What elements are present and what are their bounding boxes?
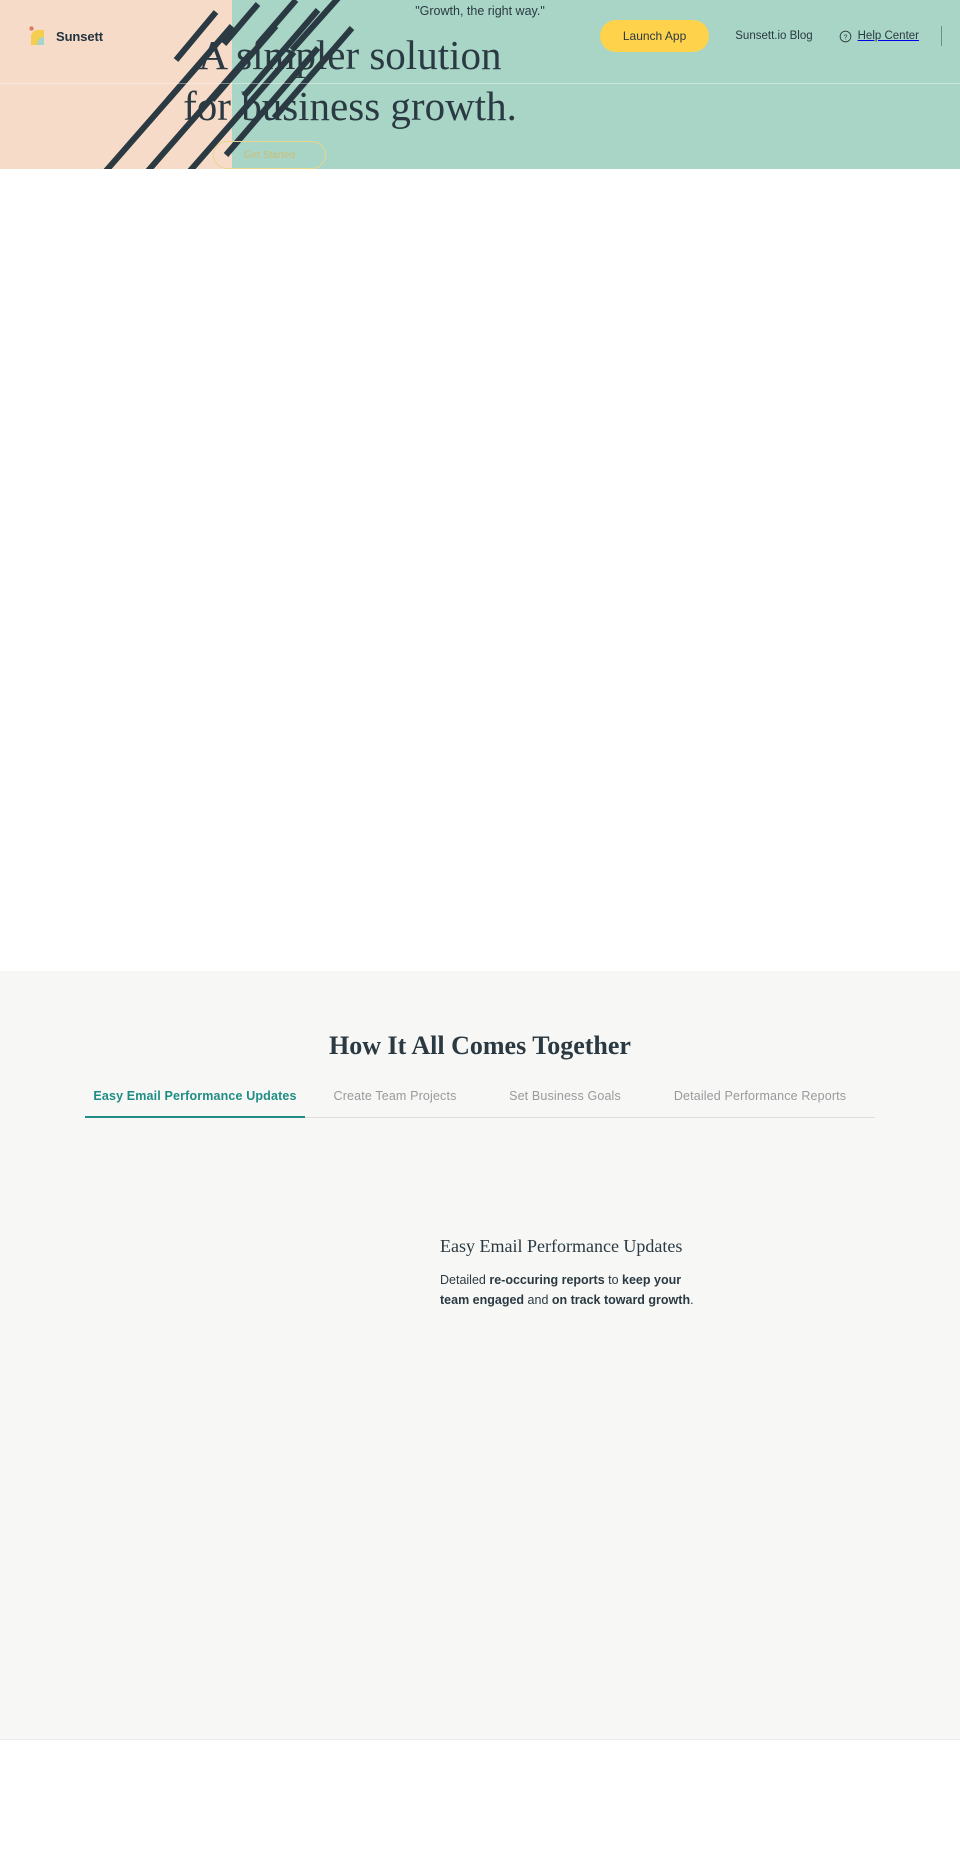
- question-circle-icon: ?: [839, 30, 851, 42]
- features-title: How It All Comes Together: [329, 1031, 631, 1060]
- features-panel-heading: Easy Email Performance Updates: [440, 1236, 683, 1256]
- features-panel: Easy Email Performance Updates Detailed …: [0, 1213, 960, 1513]
- hero-content-gap: [0, 169, 960, 971]
- body-text-4: .: [690, 1293, 694, 1308]
- features-tab-list: Easy Email Performance Updates Create Te…: [0, 1089, 960, 1118]
- features-panel-body: Detailed re-occuring reports to keep you…: [440, 1270, 700, 1311]
- get-started-button[interactable]: Get Started: [213, 141, 326, 169]
- brand-name: Sunsett: [56, 28, 103, 44]
- nav-link-help-center-label: Help Center: [857, 30, 919, 42]
- sun-arc-logo-icon: [29, 26, 44, 45]
- brand-logo[interactable]: Sunsett: [25, 24, 103, 48]
- nav-link-help-center[interactable]: ? Help Center: [839, 30, 919, 43]
- hero-title-line-2: for business growth.: [183, 83, 517, 130]
- body-bold-1: re-occuring reports: [489, 1273, 605, 1287]
- tab-set-business-goals[interactable]: Set Business Goals: [485, 1089, 645, 1118]
- features-panel-media: [58, 1213, 440, 1513]
- top-navigation-bar: Sunsett Launch App Sunsett.io Blog ? Hel…: [0, 0, 960, 72]
- top-nav-links: Launch App Sunsett.io Blog ? Help Center: [599, 20, 960, 52]
- launch-app-button[interactable]: Launch App: [599, 20, 710, 52]
- tab-easy-email-performance-updates[interactable]: Easy Email Performance Updates: [85, 1089, 305, 1118]
- nav-separator: [941, 26, 942, 46]
- body-text-3: and: [524, 1293, 552, 1308]
- body-text-2: to: [604, 1273, 623, 1287]
- hero-section: Sunsett Launch App Sunsett.io Blog ? Hel…: [0, 0, 960, 169]
- body-bold-3: on track toward growth: [551, 1293, 691, 1308]
- page-bottom-area: [0, 1740, 960, 1874]
- svg-text:?: ?: [843, 34, 847, 41]
- features-section: How It All Comes Together Easy Email Per…: [0, 971, 960, 1740]
- tab-create-team-projects[interactable]: Create Team Projects: [305, 1089, 485, 1118]
- body-text-1: Detailed: [440, 1273, 490, 1287]
- nav-link-blog[interactable]: Sunsett.io Blog: [735, 30, 812, 42]
- tab-detailed-performance-reports[interactable]: Detailed Performance Reports: [645, 1089, 875, 1118]
- features-panel-copy: Easy Email Performance Updates Detailed …: [440, 1213, 700, 1513]
